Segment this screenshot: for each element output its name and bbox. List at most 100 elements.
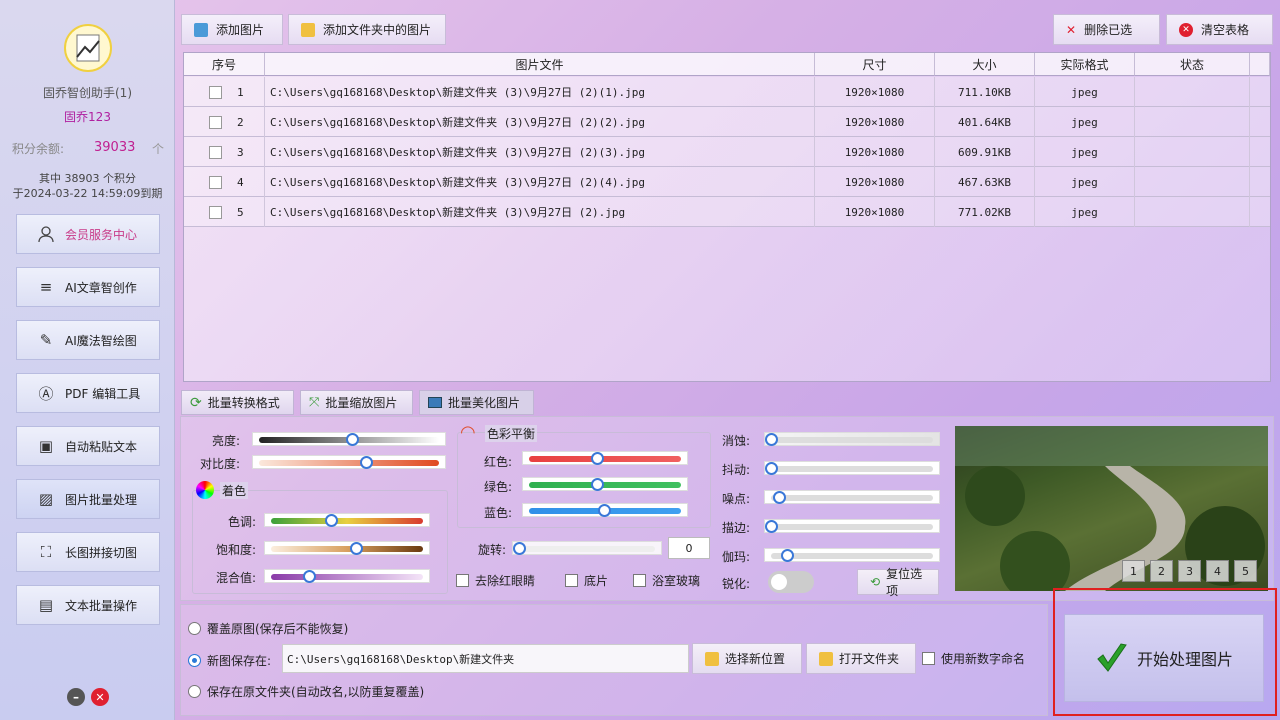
open-folder-button[interactable]: 打开文件夹: [806, 643, 916, 674]
menu-image-batch[interactable]: ▨ 图片批量处理: [16, 479, 160, 519]
add-image-button[interactable]: 添加图片: [181, 14, 283, 45]
tab-resize[interactable]: ⤧ 批量缩放图片: [300, 390, 413, 415]
slider-thumb[interactable]: [591, 452, 604, 465]
start-process-button[interactable]: 开始处理图片: [1064, 614, 1264, 702]
red-slider[interactable]: [522, 451, 688, 465]
reset-icon: ⟲: [870, 575, 881, 589]
row-checkbox[interactable]: [209, 115, 222, 129]
menu-auto-paste[interactable]: ▣ 自动粘贴文本: [16, 426, 160, 466]
saturation-slider[interactable]: [264, 541, 430, 555]
hue-slider[interactable]: [264, 513, 430, 527]
tab-convert-format[interactable]: ⟳ 批量转换格式: [181, 390, 294, 415]
checkbox-box[interactable]: [565, 574, 578, 587]
preview-page-1[interactable]: 1: [1122, 560, 1145, 582]
table-row[interactable]: 2 C:\Users\gq168168\Desktop\新建文件夹 (3)\9月2…: [184, 107, 1270, 137]
preview-page-4[interactable]: 4: [1206, 560, 1229, 582]
minimize-icon[interactable]: –: [67, 688, 85, 706]
green-slider[interactable]: [522, 477, 688, 491]
cell-status: [1135, 77, 1250, 107]
folder-add-icon: [705, 651, 719, 666]
rotate-value-input[interactable]: 0: [668, 537, 710, 559]
blue-slider[interactable]: [522, 503, 688, 517]
delete-selected-button[interactable]: ✕ 删除已选: [1053, 14, 1160, 45]
slider-thumb[interactable]: [360, 456, 373, 469]
edge-slider[interactable]: [764, 519, 940, 533]
table-row[interactable]: 3 C:\Users\gq168168\Desktop\新建文件夹 (3)\9月2…: [184, 137, 1270, 167]
cell-file: C:\Users\gq168168\Desktop\新建文件夹 (3)\9月27…: [265, 137, 815, 167]
contrast-label: 对比度:: [199, 457, 240, 471]
menu-ai-paint[interactable]: ✎ AI魔法智绘图: [16, 320, 160, 360]
gamma-slider[interactable]: [764, 548, 940, 562]
numeric-name-checkbox[interactable]: 使用新数字命名: [922, 650, 1025, 667]
menu-ai-article[interactable]: ≡ AI文章智创作: [16, 267, 160, 307]
slider-thumb[interactable]: [765, 462, 778, 475]
cell-bytes: 467.63KB: [935, 167, 1035, 197]
slider-thumb[interactable]: [513, 542, 526, 555]
preview-page-2[interactable]: 2: [1150, 560, 1173, 582]
table-row[interactable]: 4 C:\Users\gq168168\Desktop\新建文件夹 (3)\9月2…: [184, 167, 1270, 197]
add-image-icon: [194, 22, 208, 37]
new-location-radio[interactable]: 新图保存在:: [188, 652, 271, 669]
radio-dot[interactable]: [188, 654, 201, 667]
slider-thumb[interactable]: [765, 433, 778, 446]
frosted-label: 浴室玻璃: [652, 574, 701, 588]
points-label: 积分余额:: [12, 142, 65, 156]
row-checkbox[interactable]: [209, 175, 222, 189]
blend-slider[interactable]: [264, 569, 430, 583]
table-row[interactable]: 1 C:\Users\gq168168\Desktop\新建文件夹 (3)\9月2…: [184, 77, 1270, 107]
overwrite-radio[interactable]: 覆盖原图(保存后不能恢复): [188, 620, 348, 637]
cell-status: [1135, 197, 1250, 227]
redeye-checkbox[interactable]: 去除红眼睛: [456, 572, 535, 589]
checkbox-box[interactable]: [922, 652, 935, 665]
menu-label: 自动粘贴文本: [65, 439, 138, 454]
menu-text-batch[interactable]: ▤ 文本批量操作: [16, 585, 160, 625]
row-checkbox[interactable]: [209, 145, 222, 159]
erode-slider[interactable]: [764, 432, 940, 446]
slider-thumb[interactable]: [781, 549, 794, 562]
add-folder-button[interactable]: 添加文件夹中的图片: [288, 14, 446, 45]
jitter-slider[interactable]: [764, 461, 940, 475]
clear-icon: ✕: [1179, 22, 1193, 37]
new-location-label: 新图保存在:: [207, 654, 272, 668]
sharpen-toggle[interactable]: [768, 571, 814, 593]
tab-beautify[interactable]: 批量美化图片: [419, 390, 534, 415]
row-checkbox[interactable]: [209, 205, 222, 219]
slider-thumb[interactable]: [773, 491, 786, 504]
rotate-slider[interactable]: [512, 541, 662, 555]
slider-thumb[interactable]: [325, 514, 338, 527]
negative-checkbox[interactable]: 底片: [565, 572, 608, 589]
preview-page-3[interactable]: 3: [1178, 560, 1201, 582]
frosted-checkbox[interactable]: 浴室玻璃: [633, 572, 700, 589]
row-index-cell: 1: [184, 77, 265, 107]
brightness-slider[interactable]: [252, 432, 446, 446]
user-icon: [37, 225, 55, 243]
clear-table-button[interactable]: ✕ 清空表格: [1166, 14, 1273, 45]
slider-thumb[interactable]: [346, 433, 359, 446]
close-icon[interactable]: ✕: [91, 688, 109, 706]
keep-folder-radio[interactable]: 保存在原文件夹(自动改名,以防重复覆盖): [188, 683, 424, 700]
menu-pdf-tool[interactable]: Ⓐ PDF 编辑工具: [16, 373, 160, 413]
slider-thumb[interactable]: [303, 570, 316, 583]
save-path-input[interactable]: C:\Users\gq168168\Desktop\新建文件夹: [282, 644, 689, 673]
row-checkbox[interactable]: [209, 85, 222, 99]
radio-dot[interactable]: [188, 622, 201, 635]
checkbox-box[interactable]: [633, 574, 646, 587]
radio-dot[interactable]: [188, 685, 201, 698]
contrast-slider[interactable]: [252, 455, 446, 469]
slider-thumb[interactable]: [598, 504, 611, 517]
table-row[interactable]: 5 C:\Users\gq168168\Desktop\新建文件夹 (3)\9月2…: [184, 197, 1270, 227]
slider-thumb[interactable]: [591, 478, 604, 491]
slider-thumb[interactable]: [350, 542, 363, 555]
noise-slider[interactable]: [764, 490, 940, 504]
checkbox-box[interactable]: [456, 574, 469, 587]
reset-options-button[interactable]: ⟲ 复位选项: [857, 567, 939, 598]
preview-page-5[interactable]: 5: [1234, 560, 1257, 582]
choose-location-button[interactable]: 选择新位置: [692, 643, 802, 674]
points-value: 39033: [94, 140, 136, 155]
member-center-button[interactable]: 会员服务中心: [16, 214, 160, 254]
slider-thumb[interactable]: [765, 520, 778, 533]
cell-size: 1920×1080: [815, 167, 935, 197]
col-header-format: 实际格式: [1035, 53, 1135, 76]
cell-size: 1920×1080: [815, 107, 935, 137]
menu-long-image[interactable]: ⛶ 长图拼接切图: [16, 532, 160, 572]
